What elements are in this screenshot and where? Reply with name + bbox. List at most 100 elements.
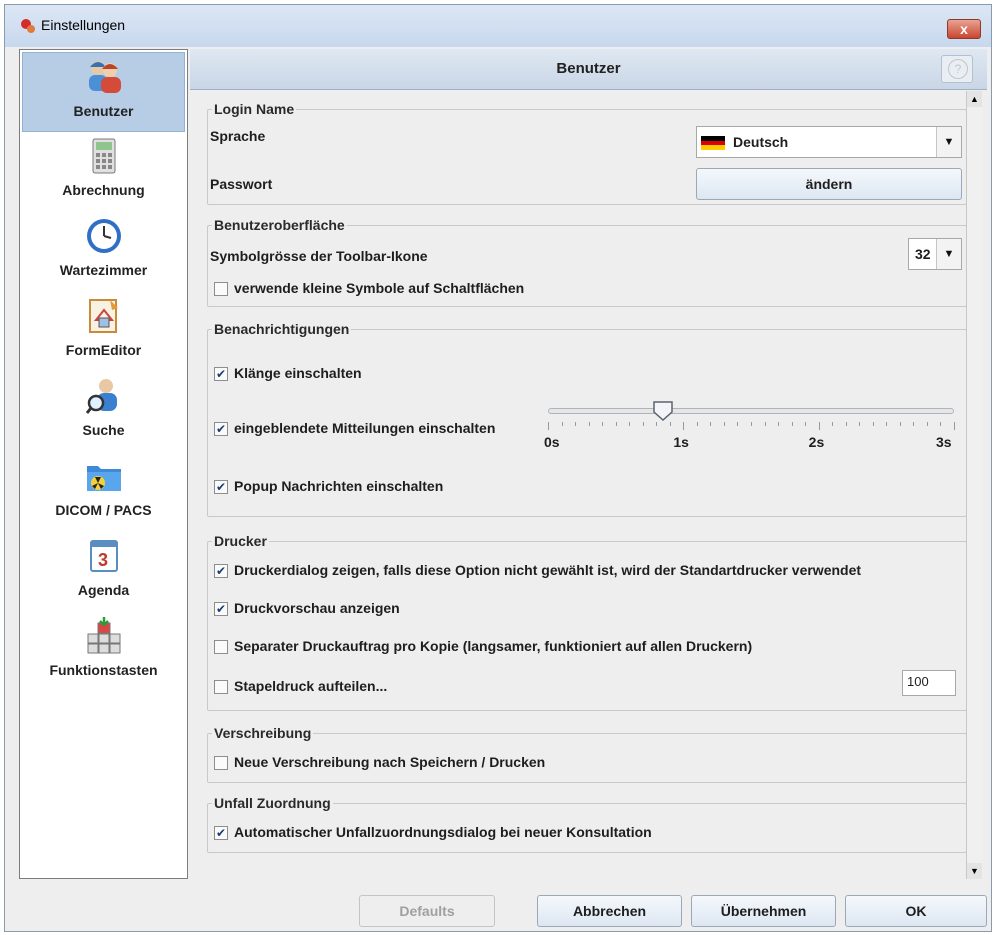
slider-tick (832, 422, 834, 426)
printer-dialog-label: Druckerdialog zeigen, falls diese Option… (234, 562, 862, 578)
sidebar-item-abrechnung[interactable]: Abrechnung (22, 132, 185, 212)
language-label: Sprache (210, 128, 266, 144)
settings-window: Einstellungen x Benutzer Abrechnung Wart… (4, 4, 992, 932)
tick-label: 2s (808, 434, 825, 450)
sidebar-item-dicom[interactable]: DICOM / PACS (22, 452, 185, 532)
small-icons-label: verwende kleine Symbole auf Schaltfläche… (234, 280, 525, 296)
slider-thumb[interactable] (652, 400, 674, 422)
group-legend: Drucker (212, 533, 269, 549)
language-value: Deutsch (733, 134, 789, 150)
help-button[interactable]: ? (941, 55, 973, 83)
close-button[interactable]: x (947, 19, 981, 39)
sounds-label: Klänge einschalten (234, 365, 362, 381)
sidebar-item-label: FormEditor (65, 342, 142, 358)
slider-tick (561, 422, 563, 426)
toolbar-size-value: 32 (915, 246, 931, 262)
defaults-button[interactable]: Defaults (359, 895, 495, 927)
scroll-down-icon[interactable]: ▼ (967, 863, 982, 879)
slider-track (548, 408, 954, 414)
sidebar-item-label: Agenda (77, 582, 130, 598)
chevron-down-icon[interactable]: ▼ (936, 127, 961, 157)
slider-tick (926, 422, 928, 426)
popup-messages-checkbox[interactable]: ✔ (214, 480, 228, 494)
sidebar-item-benutzer[interactable]: Benutzer (22, 52, 185, 132)
group-prescription: Verschreibung Neue Verschreibung nach Sp… (207, 725, 967, 783)
sidebar-item-label: Abrechnung (62, 182, 145, 198)
password-label: Passwort (210, 176, 273, 192)
slider-tick (818, 422, 820, 430)
slider-tick (669, 422, 671, 426)
new-prescription-checkbox[interactable] (214, 756, 228, 770)
slider-tick (723, 422, 725, 426)
tick-label: 1s (673, 434, 689, 450)
slider-tick (615, 422, 617, 426)
sounds-checkbox[interactable]: ✔ (214, 367, 228, 381)
group-login: Login Name Sprache Deutsch ▼ Passwort än… (207, 101, 967, 205)
toolbar-size-select[interactable]: 32 ▼ (908, 238, 962, 270)
sidebar-item-formeditor[interactable]: FormEditor (22, 292, 185, 372)
group-legend: Verschreibung (212, 725, 314, 741)
calculator-icon (92, 138, 115, 174)
slider-tick (751, 422, 752, 426)
svg-text:3: 3 (98, 550, 108, 570)
language-select[interactable]: Deutsch ▼ (696, 126, 962, 158)
slider-tick (629, 422, 631, 426)
sidebar-item-wartezimmer[interactable]: Wartezimmer (22, 212, 185, 292)
tick-label: 0s (544, 434, 560, 450)
app-icon (21, 19, 35, 33)
separate-job-label: Separater Druckauftrag pro Kopie (langsa… (234, 638, 753, 654)
group-ui: Benutzeroberfläche Symbolgrösse der Tool… (207, 217, 967, 307)
batch-print-label: Stapeldruck aufteilen... (234, 678, 388, 694)
group-legend: Login Name (212, 101, 297, 117)
apply-button[interactable]: Übernehmen (691, 895, 836, 927)
accident-dialog-label: Automatischer Unfallzuordnungsdialog bei… (234, 824, 652, 840)
sidebar-item-label: Benutzer (73, 103, 134, 119)
accident-dialog-checkbox[interactable]: ✔ (214, 826, 228, 840)
printer-dialog-checkbox[interactable]: ✔ (214, 564, 228, 578)
cancel-button[interactable]: Abbrechen (537, 895, 682, 927)
group-printer: Drucker ✔ Druckerdialog zeigen, falls di… (207, 533, 967, 711)
calendar-icon: 3 (89, 540, 118, 572)
ok-button[interactable]: OK (845, 895, 987, 927)
group-legend: Benachrichtigungen (212, 321, 352, 337)
slider-tick (859, 422, 861, 426)
dialog-footer: Defaults Abbrechen Übernehmen OK (5, 883, 991, 933)
title-bar: Einstellungen x (5, 5, 991, 47)
german-flag-icon (701, 136, 725, 150)
help-icon: ? (948, 59, 968, 79)
separate-job-checkbox[interactable] (214, 640, 228, 654)
slider-tick (954, 422, 955, 430)
slider-tick (575, 422, 577, 426)
batch-size-input[interactable]: 100 (902, 670, 956, 696)
sidebar-item-label: DICOM / PACS (55, 502, 152, 518)
small-icons-checkbox[interactable] (214, 282, 228, 296)
print-preview-checkbox[interactable]: ✔ (214, 602, 228, 616)
sidebar-item-suche[interactable]: Suche (22, 372, 185, 452)
group-accident: Unfall Zuordnung ✔ Automatischer Unfallz… (207, 795, 967, 853)
slider-tick (778, 422, 780, 426)
print-preview-label: Druckvorschau anzeigen (234, 600, 400, 616)
sidebar: Benutzer Abrechnung Wartezimmer FormEdit… (19, 49, 188, 879)
slider-tick (710, 422, 712, 426)
sidebar-item-label: Wartezimmer (59, 262, 148, 278)
function-keys-icon (87, 617, 120, 654)
popup-messages-label: Popup Nachrichten einschalten (234, 478, 444, 494)
window-title: Einstellungen (41, 17, 126, 33)
batch-print-checkbox[interactable] (214, 680, 228, 694)
panel-header: Benutzer ? (190, 49, 987, 90)
slider-tick (872, 422, 874, 426)
popup-duration-slider[interactable]: 0s 1s 2s 3s (538, 396, 962, 456)
slider-tick (899, 422, 901, 426)
scroll-up-icon[interactable]: ▲ (967, 91, 982, 107)
sidebar-item-agenda[interactable]: 3 Agenda (22, 532, 185, 612)
slider-tick (683, 422, 685, 430)
slider-tick (588, 422, 590, 426)
popups-checkbox[interactable]: ✔ (214, 422, 228, 436)
slider-tick (548, 422, 549, 430)
sidebar-item-label: Funktionstasten (49, 662, 158, 678)
vertical-scrollbar[interactable]: ▲ ▼ (966, 91, 982, 879)
sidebar-item-funktionstasten[interactable]: Funktionstasten (22, 612, 185, 692)
chevron-down-icon[interactable]: ▼ (936, 239, 961, 269)
change-password-button[interactable]: ändern (696, 168, 962, 200)
toolbar-size-label: Symbolgrösse der Toolbar-Ikone (210, 248, 428, 264)
